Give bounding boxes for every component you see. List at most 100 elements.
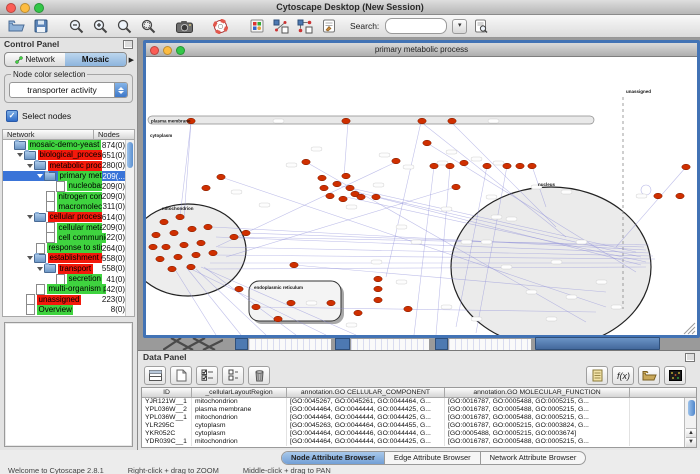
network-node[interactable] — [446, 163, 454, 169]
network-node[interactable] — [327, 300, 335, 306]
network-node[interactable] — [654, 193, 662, 199]
network-node[interactable] — [170, 230, 178, 236]
network-node[interactable] — [528, 163, 536, 169]
network-node[interactable] — [149, 244, 157, 250]
network-node[interactable] — [160, 219, 168, 225]
disclosure-triangle-icon[interactable] — [26, 164, 34, 168]
network-node[interactable] — [372, 194, 380, 200]
tree-item[interactable]: metabolic process280(0) — [3, 161, 134, 171]
color-attribute-dropdown[interactable]: transporter activity — [9, 82, 128, 98]
network-node[interactable] — [404, 306, 412, 312]
network-node[interactable] — [235, 286, 243, 292]
snapshot-icon[interactable] — [174, 17, 195, 36]
notepad-icon[interactable] — [586, 366, 608, 385]
network-node[interactable] — [168, 266, 176, 272]
network-node[interactable] — [676, 193, 684, 199]
background-window-fragment[interactable] — [535, 337, 660, 350]
network-node[interactable] — [174, 254, 182, 260]
tree-item[interactable]: Overview8(0) — [3, 305, 134, 315]
network-node[interactable] — [333, 181, 341, 187]
network-node[interactable] — [346, 185, 354, 191]
tree-column-nodes[interactable]: Nodes — [93, 129, 135, 140]
zoom-out-icon[interactable] — [66, 17, 87, 36]
network-node[interactable] — [339, 196, 347, 202]
network-node[interactable] — [302, 159, 310, 165]
tree-item[interactable]: primary metabo209(... — [3, 171, 134, 181]
table-row[interactable]: YDR039C__1mitochondrion[GO:0044464, GO:0… — [142, 438, 696, 446]
tree-column-network[interactable]: Network — [2, 129, 93, 140]
network-node[interactable] — [204, 224, 212, 230]
tree-item[interactable]: secretion41(0) — [3, 274, 134, 284]
network-node[interactable] — [460, 160, 468, 166]
network-node[interactable] — [320, 185, 328, 191]
network-node[interactable] — [156, 256, 164, 262]
tree-item[interactable]: biological_process651(0) — [3, 150, 134, 160]
tree-item[interactable]: transport558(0) — [3, 264, 134, 274]
attribute-matrix-icon[interactable] — [664, 366, 686, 385]
network-node[interactable] — [374, 276, 382, 282]
network-node[interactable] — [374, 286, 382, 292]
network-node[interactable] — [448, 118, 456, 124]
network-node[interactable] — [230, 234, 238, 240]
disclosure-triangle-icon[interactable] — [36, 174, 44, 178]
col-go-molecular-function[interactable]: annotation.GO MOLECULAR_FUNCTION — [445, 388, 630, 398]
network-node[interactable] — [374, 297, 382, 303]
network-node[interactable] — [242, 230, 250, 236]
background-window-fragment[interactable] — [163, 338, 223, 350]
network-node[interactable] — [274, 316, 282, 322]
tree-item[interactable]: nucleobase-209(0) — [3, 181, 134, 191]
float-data-panel-icon[interactable] — [685, 353, 695, 362]
tree-item[interactable]: cell communicat22(0) — [3, 233, 134, 243]
table-row[interactable]: YPL036W__1mitochondrion[GO:0044464, GO:0… — [142, 414, 696, 422]
disclosure-triangle-icon[interactable] — [36, 267, 44, 271]
background-window-fragment[interactable] — [448, 338, 532, 350]
network-node[interactable] — [152, 232, 160, 238]
zoom-in-icon[interactable] — [90, 17, 111, 36]
select-nodes-checkbox[interactable]: ✓ — [6, 110, 18, 122]
table-row[interactable]: YLR295Ccytoplasm[GO:0045263, GO:0044464,… — [142, 422, 696, 430]
advanced-search-icon[interactable] — [470, 17, 491, 36]
background-window-fragment[interactable] — [335, 338, 350, 350]
tree-item[interactable]: nitrogen compo209(0) — [3, 191, 134, 201]
tree-item[interactable]: unassigned223(0) — [3, 294, 134, 304]
network-node[interactable] — [252, 304, 260, 310]
minimize-view-icon[interactable] — [163, 46, 172, 55]
disclosure-triangle-icon[interactable] — [26, 215, 34, 219]
tab-network[interactable]: Network — [5, 53, 65, 66]
help-icon[interactable] — [210, 17, 231, 36]
network-node[interactable] — [423, 140, 431, 146]
network-node[interactable] — [357, 194, 365, 200]
network-node[interactable] — [176, 214, 184, 220]
network-node[interactable] — [290, 262, 298, 268]
network-node[interactable] — [452, 184, 460, 190]
minimize-window-icon[interactable] — [20, 3, 30, 13]
network-node[interactable] — [217, 174, 225, 180]
unselect-attributes-icon[interactable] — [222, 366, 244, 385]
tree-item[interactable]: response to stimulu264(0) — [3, 243, 134, 253]
network-node[interactable] — [197, 240, 205, 246]
zoom-fit-icon[interactable] — [114, 17, 135, 36]
network-node[interactable] — [192, 252, 200, 258]
network-node[interactable] — [187, 264, 195, 270]
network-node[interactable] — [503, 163, 511, 169]
table-row[interactable]: YPL036W__2plasma membrane[GO:0044464, GO… — [142, 406, 696, 414]
tab-edge-attribute-browser[interactable]: Edge Attribute Browser — [385, 452, 481, 464]
tree-item[interactable]: cellular metabo209(0) — [3, 222, 134, 232]
scroll-down-icon[interactable]: ▼ — [686, 437, 696, 447]
background-window-fragment[interactable] — [435, 338, 448, 350]
float-panel-icon[interactable] — [123, 40, 133, 49]
network-node[interactable] — [392, 158, 400, 164]
network-window-titlebar[interactable]: primary metabolic process — [146, 43, 697, 57]
network-node[interactable] — [287, 300, 295, 306]
network-node[interactable] — [326, 193, 334, 199]
network-canvas[interactable]: plasma membranecytoplasmmitochondrionnuc… — [146, 57, 697, 335]
layout-edges-icon[interactable] — [294, 17, 315, 36]
tab-network-attribute-browser[interactable]: Network Attribute Browser — [481, 452, 586, 464]
network-view-window[interactable]: primary metabolic process plasma membran… — [143, 40, 700, 338]
tree-item[interactable]: mosaic-demo-yeast874(0) — [3, 140, 134, 150]
disclosure-triangle-icon[interactable] — [16, 153, 24, 157]
close-window-icon[interactable] — [6, 3, 16, 13]
tree-item[interactable]: establishment of lo558(0) — [3, 253, 134, 263]
save-icon[interactable] — [30, 17, 51, 36]
tree-item[interactable]: multi-organism pro42(0) — [3, 284, 134, 294]
